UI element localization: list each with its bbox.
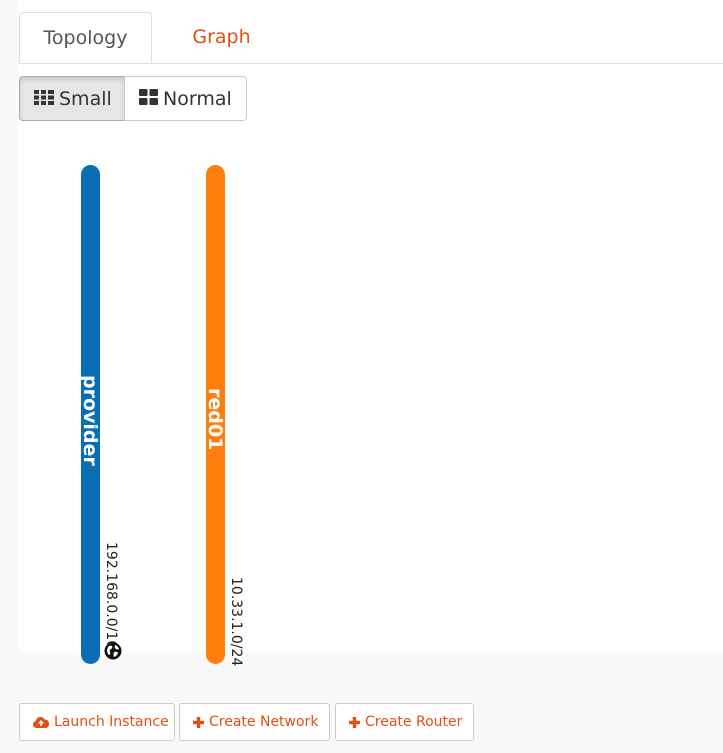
topology-tabs: Topology Graph	[19, 12, 723, 64]
small-view-label: Small	[59, 87, 112, 110]
create-router-label: Create Router	[365, 714, 463, 730]
tab-graph[interactable]: Graph	[164, 12, 279, 62]
network-cidr-red01: 10.33.1.0/24	[228, 577, 244, 667]
cloud-upload-icon	[33, 716, 49, 728]
launch-instance-label: Launch Instance	[54, 714, 169, 730]
normal-view-label: Normal	[163, 87, 232, 110]
grid-small-icon	[34, 88, 54, 110]
small-view-button[interactable]: Small	[19, 76, 125, 121]
plus-icon	[193, 716, 204, 728]
network-cidr-provider: 192.168.0.0/16	[103, 542, 119, 650]
normal-view-button[interactable]: Normal	[124, 76, 247, 121]
network-name-red01: red01	[204, 388, 226, 451]
globe-icon	[104, 642, 122, 660]
network-name-provider: provider	[79, 375, 101, 466]
create-network-label: Create Network	[209, 714, 319, 730]
view-size-toggle: Small Normal	[19, 76, 247, 121]
plus-icon	[349, 716, 360, 728]
tab-topology[interactable]: Topology	[19, 12, 152, 63]
create-network-button[interactable]: Create Network	[179, 703, 330, 741]
launch-instance-button[interactable]: Launch Instance	[19, 703, 175, 741]
create-router-button[interactable]: Create Router	[335, 703, 474, 741]
grid-large-icon	[139, 88, 158, 110]
